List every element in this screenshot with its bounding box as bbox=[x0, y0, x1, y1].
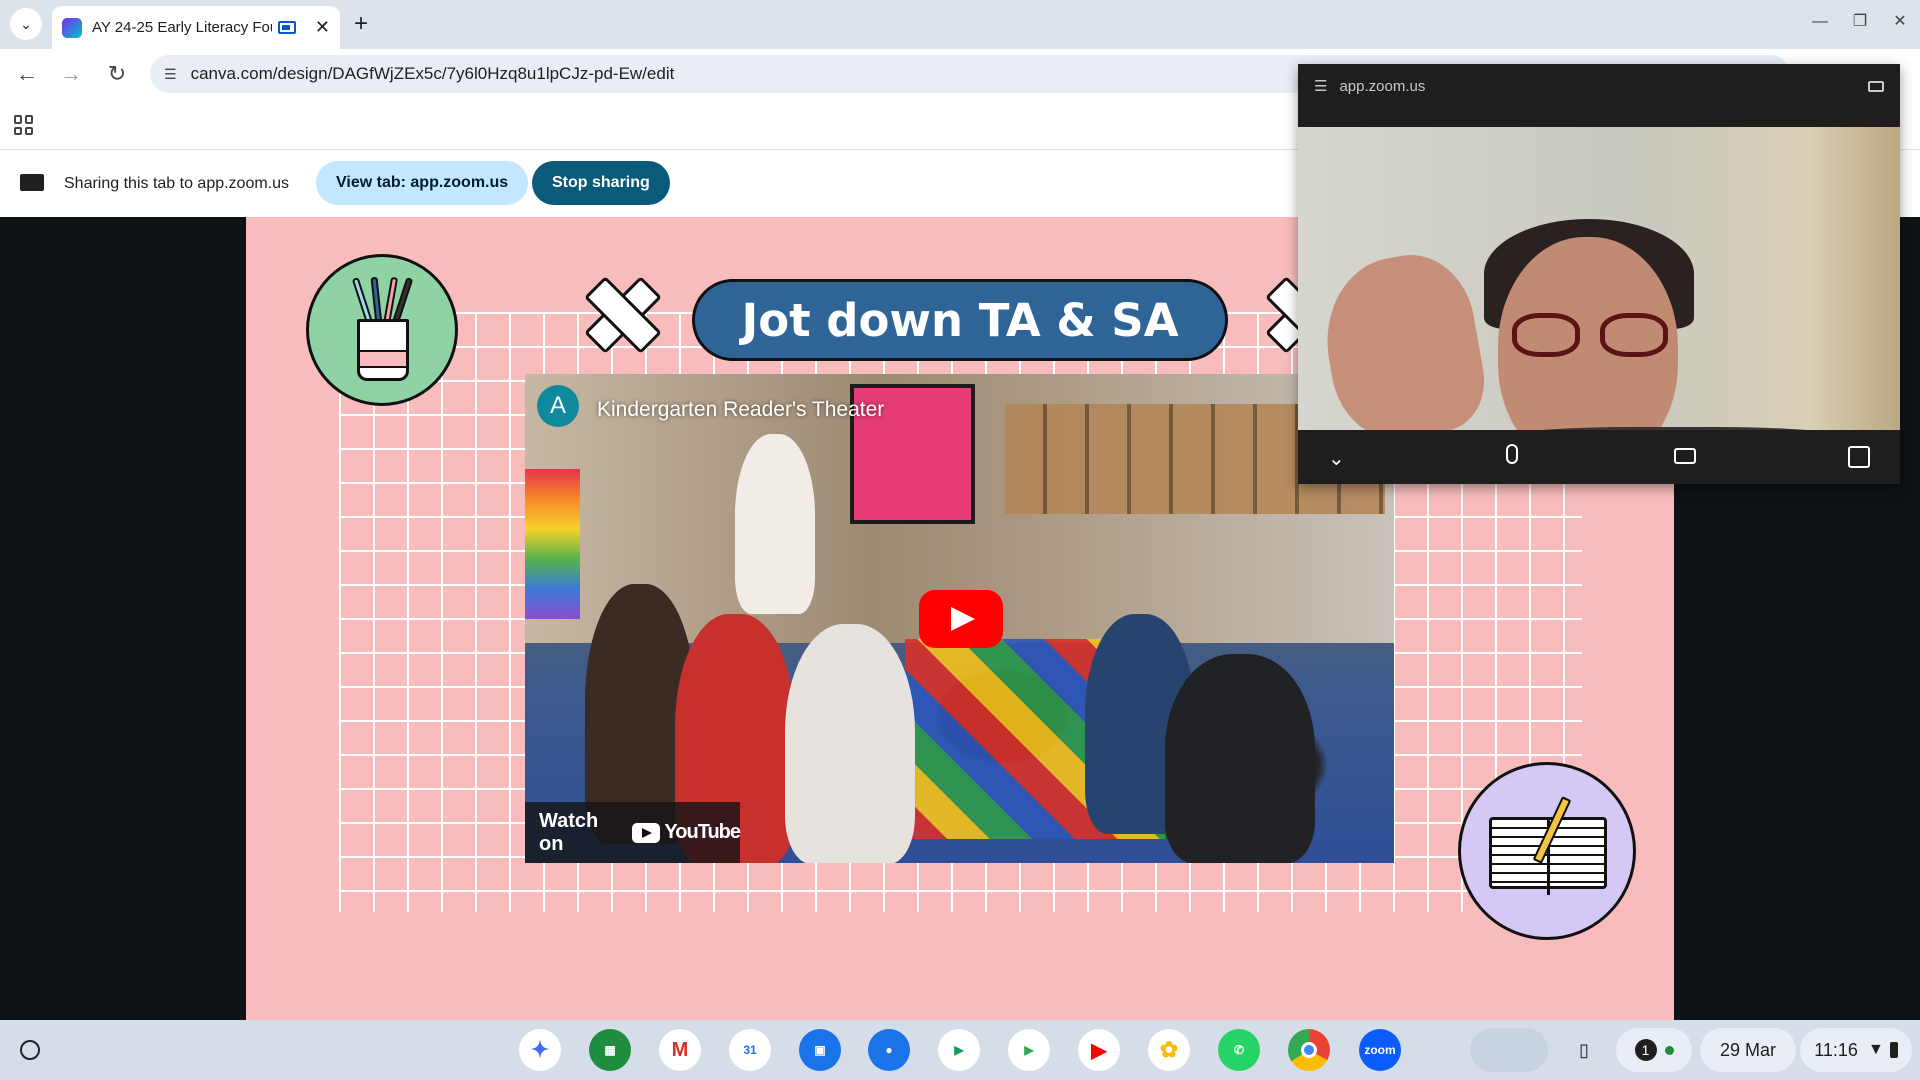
meet-icon[interactable]: ▶ bbox=[938, 1029, 980, 1071]
participant-glasses bbox=[1512, 313, 1670, 359]
battery-icon bbox=[1889, 1042, 1898, 1058]
reload-icon[interactable]: ↻ bbox=[102, 59, 132, 89]
back-arrow-icon[interactable]: ← bbox=[12, 59, 42, 89]
wifi-icon: ▼ bbox=[1867, 1041, 1884, 1058]
screen-share-icon bbox=[20, 174, 44, 191]
play-store-icon[interactable]: ▶ bbox=[1008, 1029, 1050, 1071]
watch-on-youtube-button[interactable]: Watch on YouTube bbox=[525, 802, 741, 863]
sharing-status-text: Sharing this tab to app.zoom.us bbox=[64, 175, 290, 192]
tab-search-button[interactable]: ⌄ bbox=[10, 8, 42, 40]
forward-arrow-icon[interactable]: → bbox=[56, 59, 86, 89]
microphone-icon[interactable] bbox=[1506, 444, 1518, 464]
play-icon[interactable] bbox=[919, 590, 1003, 648]
url-text: canva.com/design/DAGfWjZEx5c/7y6l0Hzq8u1… bbox=[190, 64, 675, 83]
zoom-origin: app.zoom.us bbox=[1339, 77, 1426, 95]
youtube-embed[interactable]: A Kindergarten Reader's Theater Watch on… bbox=[525, 374, 1394, 863]
camera-icon[interactable] bbox=[1868, 80, 1884, 92]
system-tray[interactable]: 11:16 ▼ bbox=[1800, 1028, 1912, 1072]
zoom-pip-controls: ⌄ bbox=[1298, 432, 1900, 484]
os-shelf: ✦ ▦ M 31 ▣ ● ▶ ▶ ▶ ✿ ✆ zoom ▯ 1 29 Mar 1… bbox=[0, 1020, 1920, 1080]
calendar-icon[interactable]: 31 bbox=[729, 1029, 771, 1071]
slide-title: Jot down TA & SA bbox=[692, 279, 1228, 361]
photos-icon[interactable]: ✿ bbox=[1148, 1029, 1190, 1071]
minimize-icon[interactable]: — bbox=[1800, 0, 1840, 44]
watch-on-label: Watch on bbox=[539, 809, 599, 855]
chrome-icon[interactable] bbox=[1288, 1029, 1330, 1071]
youtube-icon[interactable]: ▶ bbox=[1078, 1029, 1120, 1071]
youtube-logo-icon: YouTube bbox=[632, 821, 741, 844]
notification-count: 1 bbox=[1634, 1039, 1657, 1061]
view-tab-button[interactable]: View tab: app.zoom.us bbox=[316, 161, 529, 205]
date-display[interactable]: 29 Mar bbox=[1700, 1028, 1796, 1072]
pen-icon bbox=[351, 277, 374, 325]
phone-hub-icon[interactable]: ▯ bbox=[1568, 1028, 1600, 1072]
video-child bbox=[1165, 654, 1315, 863]
launcher-icon[interactable] bbox=[20, 1040, 40, 1060]
files-icon[interactable]: ▣ bbox=[799, 1029, 841, 1071]
pen-icon bbox=[370, 276, 383, 326]
gmail-icon[interactable]: M bbox=[659, 1029, 701, 1071]
active-tab[interactable]: AY 24-25 Early Literacy Foundations ✕ bbox=[52, 6, 340, 49]
video-drawers bbox=[525, 469, 580, 619]
channel-avatar[interactable]: A bbox=[537, 385, 579, 427]
apps-grid-icon[interactable] bbox=[14, 115, 34, 135]
video-title[interactable]: Kindergarten Reader's Theater bbox=[597, 398, 884, 422]
notification-center[interactable]: 1 bbox=[1616, 1028, 1692, 1072]
tab-title: AY 24-25 Early Literacy Foundations bbox=[92, 19, 272, 36]
site-settings-icon: ☰ bbox=[1314, 78, 1328, 95]
tab-sharing-icon bbox=[278, 21, 296, 34]
tab-strip: ⌄ AY 24-25 Early Literacy Foundations ✕ … bbox=[0, 0, 1920, 49]
x-decoration-icon bbox=[587, 279, 653, 345]
zoom-icon[interactable]: zoom bbox=[1359, 1029, 1401, 1071]
gemini-icon[interactable]: ✦ bbox=[519, 1029, 561, 1071]
stop-sharing-button[interactable]: Stop sharing bbox=[532, 161, 670, 205]
canva-favicon-icon bbox=[62, 17, 82, 38]
participant-video bbox=[1298, 127, 1900, 430]
chevron-down-icon: ⌄ bbox=[20, 15, 32, 32]
close-window-icon[interactable]: ✕ bbox=[1880, 0, 1920, 44]
pencil-cup-illustration-icon bbox=[306, 254, 458, 406]
participant-hand bbox=[1313, 245, 1493, 430]
window-controls: — ❐ ✕ bbox=[1800, 0, 1920, 44]
chevron-down-icon[interactable]: ⌄ bbox=[1328, 446, 1345, 471]
video-camera-icon[interactable] bbox=[1674, 448, 1696, 464]
back-to-tab-icon[interactable] bbox=[1848, 446, 1870, 468]
close-icon[interactable]: ✕ bbox=[315, 17, 330, 38]
classroom-icon[interactable]: ▦ bbox=[589, 1029, 631, 1071]
restore-icon[interactable]: ❐ bbox=[1840, 0, 1880, 44]
clock-time: 11:16 bbox=[1814, 1039, 1858, 1060]
zoom-pip-window[interactable]: ☰ app.zoom.us ⌄ bbox=[1298, 64, 1900, 484]
status-dot bbox=[1664, 1045, 1674, 1055]
youtube-wordmark: YouTube bbox=[664, 821, 741, 843]
whatsapp-icon[interactable]: ✆ bbox=[1218, 1029, 1260, 1071]
site-settings-icon[interactable]: ☰ bbox=[164, 66, 177, 83]
video-teacher bbox=[735, 434, 815, 614]
video-child bbox=[785, 624, 915, 863]
cup-icon bbox=[357, 319, 409, 381]
new-tab-button[interactable]: + bbox=[354, 10, 368, 38]
zoom-pip-header: ☰ app.zoom.us bbox=[1298, 64, 1900, 108]
tote-thumbnail[interactable] bbox=[1470, 1028, 1548, 1072]
open-book-illustration-icon bbox=[1458, 762, 1636, 940]
chat-icon[interactable]: ● bbox=[868, 1029, 910, 1071]
